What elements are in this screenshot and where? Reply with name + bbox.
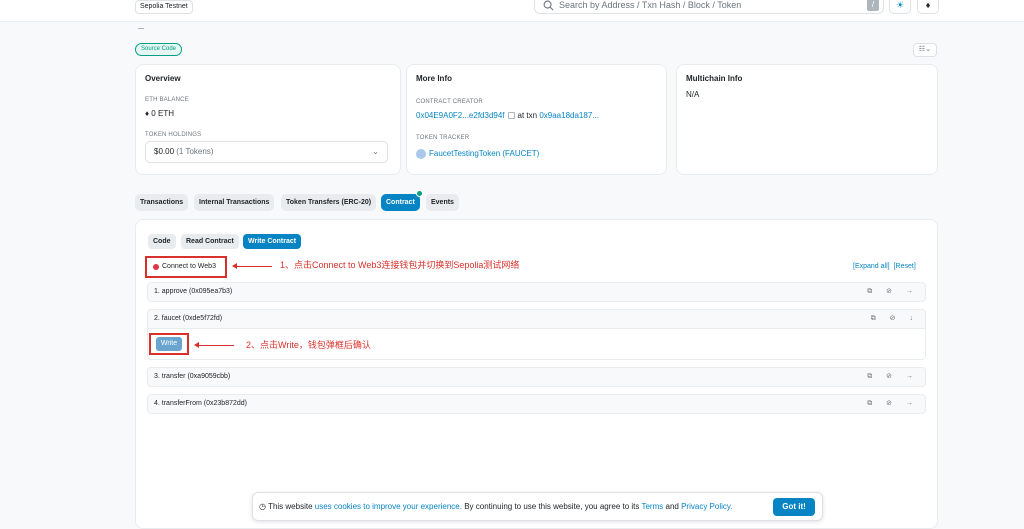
copy-link-icons[interactable]: ⧉ ⊘ bbox=[867, 400, 898, 407]
tab-internal-transactions[interactable]: Internal Transactions bbox=[194, 194, 275, 211]
expand-reset-links: [Expand all] [Reset] bbox=[853, 263, 920, 270]
annotation-highlight-box bbox=[145, 256, 227, 278]
arrow-right-icon[interactable]: → bbox=[906, 373, 919, 380]
subtab-read-contract[interactable]: Read Contract bbox=[181, 234, 239, 249]
token-tracker-row: FaucetTestingToken (FAUCET) bbox=[416, 149, 539, 159]
copy-link-icons[interactable]: ⧉ ⊘ bbox=[867, 288, 898, 295]
token-tracker-label: TOKEN TRACKER bbox=[416, 135, 470, 141]
subtab-code[interactable]: Code bbox=[148, 234, 176, 249]
annotation-step1: 1、点击Connect to Web3连接钱包并切换到Sepolia测试网络 bbox=[280, 260, 520, 270]
search-input[interactable] bbox=[559, 0, 859, 12]
cookie-policy-link[interactable]: uses cookies to improve your experience. bbox=[315, 502, 462, 511]
function-label: 3. transfer (0xa9059cbb) bbox=[154, 373, 231, 380]
tab-events[interactable]: Events bbox=[426, 194, 459, 211]
eth-network-icon[interactable]: ♦ bbox=[917, 0, 939, 14]
eth-balance-value: ♦ 0 ETH bbox=[145, 109, 174, 118]
expand-all-link[interactable]: [Expand all] bbox=[853, 263, 890, 270]
function-label: 2. faucet (0xde5f72fd) bbox=[154, 315, 223, 322]
arrow-right-icon[interactable]: → bbox=[906, 400, 919, 407]
annotation-arrow bbox=[232, 263, 272, 269]
cookie-and: and bbox=[665, 502, 679, 511]
more-info-title: More Info bbox=[416, 74, 452, 83]
cookie-text: ◷ This website uses cookies to improve y… bbox=[259, 493, 733, 520]
copy-link-icons[interactable]: ⧉ ⊘ bbox=[867, 373, 898, 380]
token-holdings-dropdown[interactable]: $0.00 (1 Tokens) ⌄ bbox=[145, 141, 388, 163]
source-code-badge[interactable]: Source Code bbox=[135, 43, 183, 56]
more-info-card: More Info CONTRACT CREATOR 0x04E9A0F2...… bbox=[406, 64, 667, 175]
network-badge: Sepolia Testnet bbox=[135, 0, 193, 14]
function-row[interactable]: 1. approve (0x095ea7b3) ⧉ ⊘ → bbox=[147, 282, 926, 302]
annotation-highlight-box bbox=[149, 333, 189, 355]
cookie-icon: ◷ bbox=[259, 502, 266, 511]
theme-toggle-icon[interactable]: ☀ bbox=[889, 0, 911, 14]
function-actions: ⧉ ⊘ → bbox=[867, 283, 919, 301]
copy-icon[interactable] bbox=[507, 112, 515, 120]
subtab-write-contract[interactable]: Write Contract bbox=[243, 234, 302, 249]
function-row[interactable]: 4. transferFrom (0x23b872dd) ⧉ ⊘ → bbox=[147, 394, 926, 414]
cookie-middle: By continuing to use this website, you a… bbox=[464, 502, 640, 511]
contract-creator-row: 0x04E9A0F2...e2fd3d94f at txn 0x9aa18da18… bbox=[416, 111, 599, 120]
function-actions: ⧉ ⊘ ↓ bbox=[871, 310, 919, 328]
reset-link[interactable]: [Reset] bbox=[894, 263, 916, 270]
chevron-down-icon: ⌄ bbox=[372, 147, 379, 156]
cookie-banner: ◷ This website uses cookies to improve y… bbox=[252, 492, 823, 521]
token-holdings-label: TOKEN HOLDINGS bbox=[145, 132, 202, 138]
tab-transactions[interactable]: Transactions bbox=[135, 194, 189, 211]
token-tracker-link[interactable]: FaucetTestingToken (FAUCET) bbox=[429, 149, 539, 158]
multichain-info-card: Multichain Info N/A bbox=[676, 64, 938, 175]
token-holdings-value: $0.00 bbox=[154, 147, 175, 156]
tab-contract[interactable]: Contract bbox=[381, 194, 420, 211]
eth-balance-label: ETH BALANCE bbox=[145, 97, 189, 103]
token-holdings-count: (1 Tokens) bbox=[176, 147, 214, 156]
copy-link-icons[interactable]: ⧉ ⊘ bbox=[871, 315, 902, 322]
overview-card: Overview ETH BALANCE ♦ 0 ETH TOKEN HOLDI… bbox=[135, 64, 401, 175]
terms-link[interactable]: Terms bbox=[641, 502, 663, 511]
arrow-down-icon[interactable]: ↓ bbox=[910, 315, 920, 322]
annotation-step2: 2、点击Write，钱包弹框后确认 bbox=[246, 340, 371, 350]
contract-creator-label: CONTRACT CREATOR bbox=[416, 99, 483, 105]
cookie-prefix: This website bbox=[268, 502, 313, 511]
creator-txn-link[interactable]: 0x9aa18da187... bbox=[539, 111, 599, 120]
function-label: 1. approve (0x095ea7b3) bbox=[154, 288, 233, 295]
search-icon bbox=[543, 0, 554, 11]
slash-shortcut-badge: / bbox=[867, 0, 879, 11]
multichain-value: N/A bbox=[686, 90, 700, 99]
annotation-arrow bbox=[194, 342, 234, 348]
overview-title: Overview bbox=[145, 74, 181, 83]
view-options-icon[interactable]: ☷⌄ bbox=[913, 43, 937, 57]
got-it-button[interactable]: Got it! bbox=[773, 498, 815, 516]
function-row[interactable]: 3. transfer (0xa9059cbb) ⧉ ⊘ → bbox=[147, 367, 926, 387]
multichain-title: Multichain Info bbox=[686, 74, 743, 83]
creator-address-link[interactable]: 0x04E9A0F2...e2fd3d94f bbox=[416, 111, 505, 120]
tab-token-transfers[interactable]: Token Transfers (ERC-20) bbox=[281, 194, 377, 211]
arrow-right-icon[interactable]: → bbox=[906, 288, 919, 295]
privacy-policy-link[interactable]: Privacy Policy. bbox=[681, 502, 732, 511]
function-actions: ⧉ ⊘ → bbox=[867, 395, 919, 413]
token-logo-icon bbox=[416, 149, 426, 159]
top-navbar: Sepolia Testnet / ☀ ♦ bbox=[0, 0, 1024, 22]
function-actions: ⧉ ⊘ → bbox=[867, 368, 919, 386]
function-label: 4. transferFrom (0x23b872dd) bbox=[154, 400, 247, 407]
verified-check-icon bbox=[416, 190, 423, 197]
function-row[interactable]: 2. faucet (0xde5f72fd) ⧉ ⊘ ↓ bbox=[147, 309, 926, 329]
at-txn-text: at txn bbox=[517, 111, 538, 120]
divider bbox=[138, 28, 144, 29]
search-bar[interactable]: / bbox=[534, 0, 884, 14]
